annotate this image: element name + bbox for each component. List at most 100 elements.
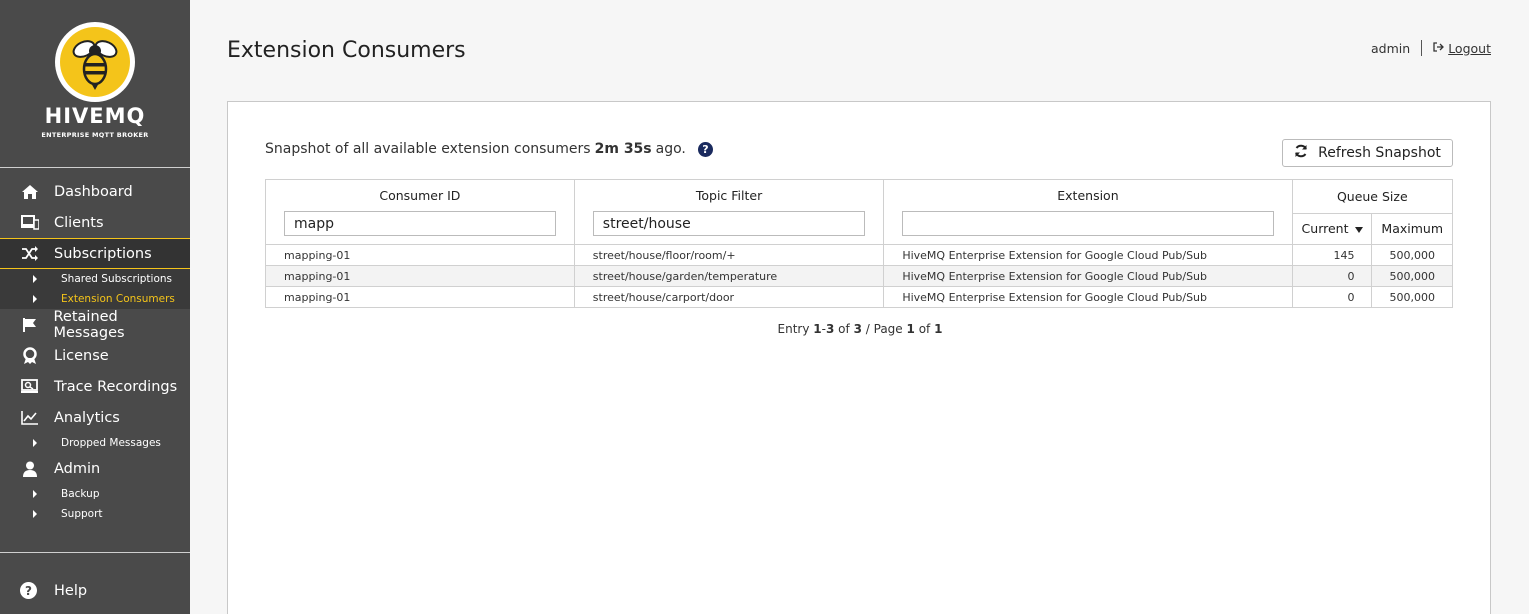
sidebar-subitem-backup[interactable]: Backup: [0, 484, 190, 504]
sidebar-item-label: Dashboard: [54, 183, 133, 200]
pager-page-label: / Page: [865, 322, 903, 336]
devices-icon: [20, 214, 40, 232]
pager-entry-label: Entry: [777, 322, 810, 336]
logout-icon: [1433, 41, 1445, 55]
refresh-icon: [1294, 144, 1308, 162]
snapshot-info: Snapshot of all available extension cons…: [265, 141, 713, 157]
pager-total: 3: [853, 322, 862, 336]
sidebar-item-label: Analytics: [54, 409, 120, 426]
sidebar-item-clients[interactable]: Clients: [0, 207, 190, 238]
chart-icon: [20, 409, 40, 427]
nav-menu: Dashboard Clients Subscriptions Shared S…: [0, 176, 190, 524]
pager-range-end: 3: [825, 322, 835, 336]
column-header-queue-size: Queue Size: [1291, 179, 1454, 214]
question-icon: ?: [20, 582, 37, 599]
sidebar-item-label: Trace Recordings: [54, 378, 178, 395]
cell-current: 145: [1291, 244, 1373, 266]
pager-pages: 1: [934, 322, 943, 336]
cell-current: 0: [1291, 286, 1373, 308]
sidebar-subitem-dropped-messages[interactable]: Dropped Messages: [0, 433, 190, 453]
column-header-extension: Extension: [883, 179, 1293, 245]
sidebar-item-trace-recordings[interactable]: Trace Recordings: [0, 371, 190, 402]
column-label: Topic Filter: [695, 188, 763, 203]
sidebar-item-label: Help: [54, 582, 88, 599]
sidebar-item-help[interactable]: ? Help: [20, 582, 87, 599]
sidebar-subitem-label: Dropped Messages: [61, 437, 161, 449]
column-header-maximum[interactable]: Maximum: [1371, 212, 1453, 246]
caret-right-icon: [33, 275, 37, 283]
sidebar-item-dashboard[interactable]: Dashboard: [0, 176, 190, 207]
caret-right-icon: [33, 490, 37, 498]
cell-extension: HiveMQ Enterprise Extension for Google C…: [883, 244, 1293, 266]
topic-filter-input[interactable]: [592, 211, 866, 236]
pager-of-label: of: [838, 322, 850, 336]
sidebar-item-label: Retained Messages: [53, 308, 125, 341]
caret-right-icon: [33, 439, 37, 447]
sidebar-item-label: Admin: [54, 460, 101, 477]
sidebar-subitem-support[interactable]: Support: [0, 504, 190, 524]
cell-consumer-id: mapping-01: [265, 265, 575, 287]
table-row[interactable]: mapping-01 street/house/garden/temperatu…: [265, 265, 1453, 287]
column-header-current[interactable]: Current: [1291, 212, 1373, 246]
cell-topic-filter: street/house/floor/room/+: [573, 244, 885, 266]
flag-icon: [20, 316, 40, 334]
award-icon: [20, 346, 40, 365]
sidebar-subitem-extension-consumers[interactable]: Extension Consumers: [0, 289, 190, 309]
cell-consumer-id: mapping-01: [265, 244, 575, 266]
cell-extension: HiveMQ Enterprise Extension for Google C…: [883, 286, 1293, 308]
shuffle-icon: [20, 245, 40, 263]
main-panel: Snapshot of all available extension cons…: [227, 101, 1491, 614]
pager-range-start: 1: [813, 322, 822, 336]
column-header-topic-filter: Topic Filter: [573, 179, 885, 245]
table-row[interactable]: mapping-01 street/house/floor/room/+ Hiv…: [265, 244, 1453, 266]
bee-logo-icon: [55, 22, 135, 102]
user-bar: admin Logout: [1371, 40, 1491, 56]
sidebar-item-admin[interactable]: Admin: [0, 453, 190, 484]
cell-topic-filter: street/house/carport/door: [573, 286, 885, 308]
help-icon[interactable]: ?: [697, 141, 713, 157]
consumer-id-filter-input[interactable]: [284, 211, 556, 236]
pager-page: 1: [906, 322, 915, 336]
column-label: Queue Size: [1336, 188, 1408, 204]
snapshot-prefix: Snapshot of all available extension cons…: [265, 141, 591, 157]
caret-right-icon: [33, 295, 37, 303]
cell-maximum: 500,000: [1371, 286, 1453, 308]
home-icon: [20, 183, 40, 201]
sidebar-item-label: License: [54, 347, 109, 364]
pager-page-of: of: [918, 322, 931, 336]
caret-right-icon: [33, 510, 37, 518]
username: admin: [1371, 40, 1411, 56]
sidebar-subitem-label: Backup: [61, 488, 100, 500]
cell-consumer-id: mapping-01: [265, 286, 575, 308]
pagination-info: Entry 1-3 of 3 / Page 1 of 1: [777, 322, 943, 336]
cell-current: 0: [1291, 265, 1373, 287]
column-header-consumer-id: Consumer ID: [265, 179, 575, 245]
snapshot-age: 2m 35s: [594, 141, 652, 157]
sidebar-subitem-shared-subscriptions[interactable]: Shared Subscriptions: [0, 269, 190, 289]
column-label: Current: [1301, 221, 1349, 237]
cell-maximum: 500,000: [1371, 244, 1453, 266]
sidebar-subitem-label: Shared Subscriptions: [61, 273, 173, 285]
column-label: Consumer ID: [379, 188, 461, 203]
brand-name: HIVEMQ: [44, 104, 146, 128]
cell-topic-filter: street/house/garden/temperature: [573, 265, 885, 287]
extension-filter-input[interactable]: [902, 211, 1274, 236]
sidebar-subitem-label: Support: [61, 508, 103, 520]
column-label: Extension: [1057, 188, 1119, 203]
logout-link[interactable]: Logout: [1433, 41, 1491, 56]
logout-label: Logout: [1448, 40, 1491, 56]
column-label: Maximum: [1381, 221, 1444, 237]
cell-extension: HiveMQ Enterprise Extension for Google C…: [883, 265, 1293, 287]
sidebar-item-analytics[interactable]: Analytics: [0, 402, 190, 433]
sidebar-item-subscriptions[interactable]: Subscriptions: [0, 238, 190, 269]
sidebar-item-retained-messages[interactable]: Retained Messages: [0, 308, 190, 341]
table-row[interactable]: mapping-01 street/house/carport/door Hiv…: [265, 286, 1453, 308]
sidebar-subitem-label: Extension Consumers: [61, 293, 175, 305]
logo[interactable]: HIVEMQ ENTERPRISE MQTT BROKER: [0, 0, 190, 168]
refresh-snapshot-button[interactable]: Refresh Snapshot: [1282, 139, 1453, 167]
sidebar-item-license[interactable]: License: [0, 340, 190, 371]
brand-tagline: ENTERPRISE MQTT BROKER: [41, 131, 149, 139]
user-icon: [20, 460, 40, 478]
snapshot-suffix: ago.: [655, 141, 686, 157]
divider: [1421, 40, 1423, 56]
